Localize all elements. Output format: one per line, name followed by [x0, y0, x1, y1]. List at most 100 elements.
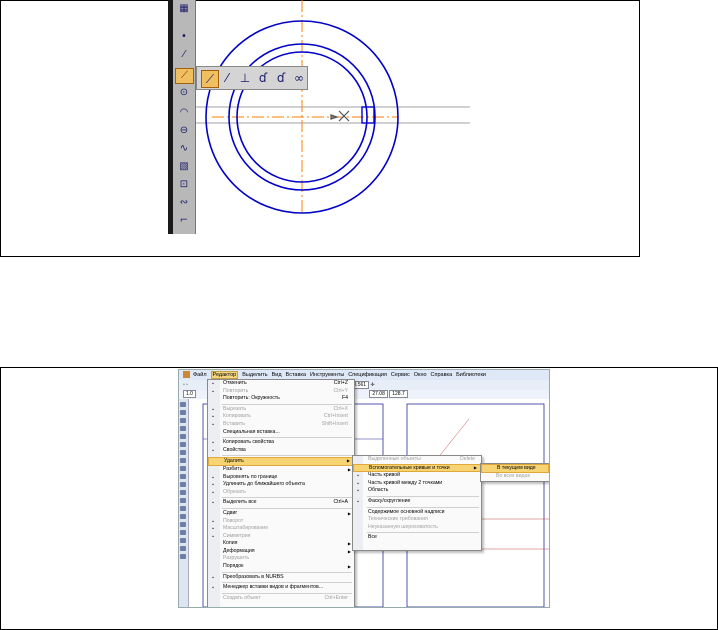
- submenu-arrow-icon: ▶: [473, 464, 477, 470]
- tool-spline-icon[interactable]: ∿: [176, 142, 192, 156]
- edit-menu-item-label: Разбить: [223, 465, 243, 472]
- delete-submenu-item-shortcut: Delete: [460, 456, 475, 462]
- delete-submenu-item-label: Вспомогательные кривые и точки: [369, 464, 450, 471]
- menu-окно[interactable]: Окно: [414, 372, 427, 378]
- menu-separator: [222, 497, 352, 499]
- new-file-icon[interactable]: ▫: [183, 382, 185, 388]
- menu-файл[interactable]: Файл: [193, 372, 207, 378]
- tool-point-icon[interactable]: •: [176, 30, 192, 44]
- edit-menu-item: ▪ Поворот: [208, 518, 354, 526]
- menu-сервис[interactable]: Сервис: [391, 372, 410, 378]
- tool-bezier-icon[interactable]: ∾: [176, 196, 192, 210]
- tool-circle-icon[interactable]: ⊙: [176, 86, 192, 100]
- submenu-arrow-icon: ▶: [347, 564, 351, 570]
- menu-справка[interactable]: Справка: [431, 372, 453, 378]
- submenu-arrow-icon: ▶: [347, 541, 351, 547]
- copy-properties-icon: ▪: [212, 440, 214, 447]
- align-icon: ▪: [212, 474, 214, 481]
- tool-arc-icon[interactable]: ◠: [176, 106, 192, 120]
- edit-menu-item[interactable]: Разбить ▶: [208, 466, 354, 474]
- menu-вид[interactable]: Вид: [272, 372, 282, 378]
- edit-menu-item[interactable]: Сдвиг ▶: [208, 510, 354, 518]
- perpendicular-segment-icon[interactable]: ⊥: [237, 70, 253, 86]
- menu-инструменты[interactable]: Инструменты: [310, 372, 344, 378]
- edit-menu-item[interactable]: ▪ Отменить Ctrl+Z: [208, 380, 354, 388]
- edit-menu-item-shortcut: Ctrl+Y: [333, 387, 348, 394]
- edit-menu-item-label: Преобразовать в NURBS: [223, 573, 284, 580]
- edit-menu-item: ▪ Повторить Ctrl+Y: [208, 388, 354, 396]
- coord-y-field[interactable]: 128.7: [389, 390, 408, 398]
- tangent-segment-icon[interactable]: ɗ: [255, 70, 271, 86]
- edit-menu-item-label: Выделить все: [223, 499, 257, 506]
- edit-menu-item[interactable]: Порядок ▶: [208, 563, 354, 571]
- menu-выделить[interactable]: Выделить: [242, 372, 267, 378]
- tool-hatch-icon[interactable]: ▧: [176, 160, 192, 174]
- edit-menu-item-shortcut: Ctrl+A: [333, 499, 348, 506]
- scale-field[interactable]: 1.0: [183, 390, 196, 398]
- delete-submenu-item[interactable]: ▪ Часть кривой между 2 точками: [353, 480, 481, 488]
- edit-menu-item[interactable]: ▪ Выделить все Ctrl+A: [208, 499, 354, 507]
- extend-icon: ▪: [212, 482, 214, 489]
- edit-menu-item[interactable]: Копия ▶: [208, 540, 354, 548]
- tool-segment-icon[interactable]: ⟋: [175, 68, 194, 84]
- delete-submenu-item[interactable]: ▪ Фаску/скругление: [353, 498, 481, 506]
- open-file-icon[interactable]: ▫: [186, 382, 188, 388]
- edit-menu-item-shortcut: F4: [341, 395, 348, 402]
- tool-auxiliary-line-icon[interactable]: ⁄: [176, 48, 192, 62]
- delete-submenu-item[interactable]: Содержимое основной надписи: [353, 509, 481, 517]
- rotate-icon: ▪: [212, 518, 214, 525]
- edit-menu-item[interactable]: Деформация ▶: [208, 548, 354, 556]
- edit-menu-item[interactable]: Специальная вставка...: [208, 429, 354, 437]
- edit-menu-item[interactable]: ▪ Менеджер вставки видов и фрагментов...: [208, 584, 354, 592]
- tangent-two-curves-icon[interactable]: ɗ: [273, 70, 289, 86]
- tool-ruler-icon[interactable]: ▦: [176, 2, 192, 16]
- edit-menu-item-label: Вставить: [223, 420, 245, 427]
- menu-редактор[interactable]: Редактор: [210, 371, 239, 379]
- menu-библиотеки[interactable]: Библиотеки: [456, 372, 486, 378]
- edit-menu-item[interactable]: ▪ Копировать свойства: [208, 439, 354, 447]
- edit-menu-item[interactable]: ▪ Выровнять по границе: [208, 474, 354, 482]
- edit-menu-item[interactable]: Повторить: Окружность F4: [208, 395, 354, 403]
- edit-menu-item-label: Вырезать: [223, 405, 247, 412]
- tool-ellipse-icon[interactable]: ⊖: [176, 124, 192, 138]
- tangent-two-points-icon[interactable]: ∞: [291, 70, 307, 86]
- manager-icon: ▪: [212, 585, 214, 592]
- view-submenu-item[interactable]: В текущем виде: [481, 464, 549, 473]
- edit-menu-item[interactable]: ▪ Свойства: [208, 447, 354, 455]
- delete-submenu-item: Технические требования: [353, 516, 481, 524]
- edit-menu-item[interactable]: ▪ Преобразовать в NURBS: [208, 574, 354, 582]
- edit-menu-item[interactable]: Удалить ▶: [208, 457, 354, 466]
- submenu-arrow-icon: ▶: [346, 458, 350, 464]
- pan-icon[interactable]: ✛: [370, 382, 374, 388]
- delete-submenu-item: Неуказанную шероховатость: [353, 524, 481, 532]
- auxiliary-delete-submenu: В текущем виде Во всех видах: [480, 463, 549, 482]
- area-icon: ▪: [357, 488, 359, 495]
- segment-icon[interactable]: ⟋: [201, 70, 219, 88]
- edit-menu-item[interactable]: ▪ Удлинить до ближайшего объекта: [208, 481, 354, 489]
- edit-menu-item-label: Поворот: [223, 517, 244, 524]
- edit-menu: ▪ Отменить Ctrl+Z ▪ Повторить Ctrl+Y Повторить…: [207, 379, 355, 607]
- delete-submenu-item[interactable]: ▪ Часть кривой: [353, 472, 481, 480]
- delete-submenu-item[interactable]: ▪ Область: [353, 487, 481, 495]
- parallel-segment-icon[interactable]: ⁄: [219, 70, 235, 86]
- edit-menu-item: Создать объект Ctrl+Enter: [208, 595, 354, 603]
- edit-menu-item-shortcut: Ctrl+Z: [333, 380, 348, 386]
- menu-спецификация[interactable]: Спецификация: [348, 372, 387, 378]
- edit-menu-item-label: Создать объект: [223, 594, 261, 601]
- nurbs-icon: ▪: [212, 574, 214, 581]
- menu-separator: [367, 506, 479, 508]
- mirror-icon: ▪: [212, 533, 214, 540]
- properties-icon: ▪: [212, 447, 214, 454]
- delete-submenu-item-label: Часть кривой между 2 точками: [368, 479, 443, 486]
- coord-x-field[interactable]: 27.08: [369, 390, 388, 398]
- edit-menu-item-label: Отменить: [223, 380, 247, 386]
- menu-вставка[interactable]: Вставка: [286, 372, 306, 378]
- tool-fillet-icon[interactable]: ⌐: [176, 214, 192, 228]
- delete-submenu-item[interactable]: Вспомогательные кривые и точки ▶: [353, 463, 481, 473]
- edit-menu-item: ▪ Обрезать: [208, 489, 354, 497]
- delete-submenu-item-label: Все: [368, 534, 377, 541]
- delete-submenu-item[interactable]: Все: [353, 534, 481, 542]
- tool-contour-icon[interactable]: ⊡: [176, 178, 192, 192]
- edit-menu-item-label: Масштабирование: [223, 525, 269, 532]
- menu-separator: [222, 403, 352, 405]
